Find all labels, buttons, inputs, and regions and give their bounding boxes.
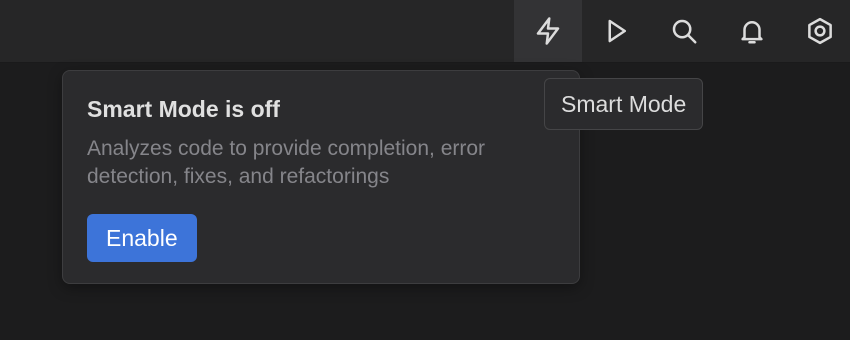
search-button[interactable] [650, 0, 718, 62]
smart-mode-popup: Smart Mode is off Analyzes code to provi… [62, 70, 580, 284]
smart-mode-button[interactable] [514, 0, 582, 62]
bell-icon [741, 21, 763, 44]
hexagon-gear-icon [808, 17, 832, 45]
run-button[interactable] [582, 0, 650, 62]
popup-title: Smart Mode is off [87, 96, 280, 122]
notifications-button[interactable] [718, 0, 786, 62]
search-icon [672, 19, 697, 44]
settings-button[interactable] [786, 0, 850, 62]
top-toolbar [0, 0, 850, 63]
lightning-bolt-icon [536, 17, 560, 45]
play-icon [608, 19, 626, 43]
enable-button[interactable]: Enable [87, 214, 197, 262]
popup-description: Analyzes code to provide completion, err… [87, 137, 486, 188]
smart-mode-tooltip: Smart Mode [544, 78, 704, 130]
